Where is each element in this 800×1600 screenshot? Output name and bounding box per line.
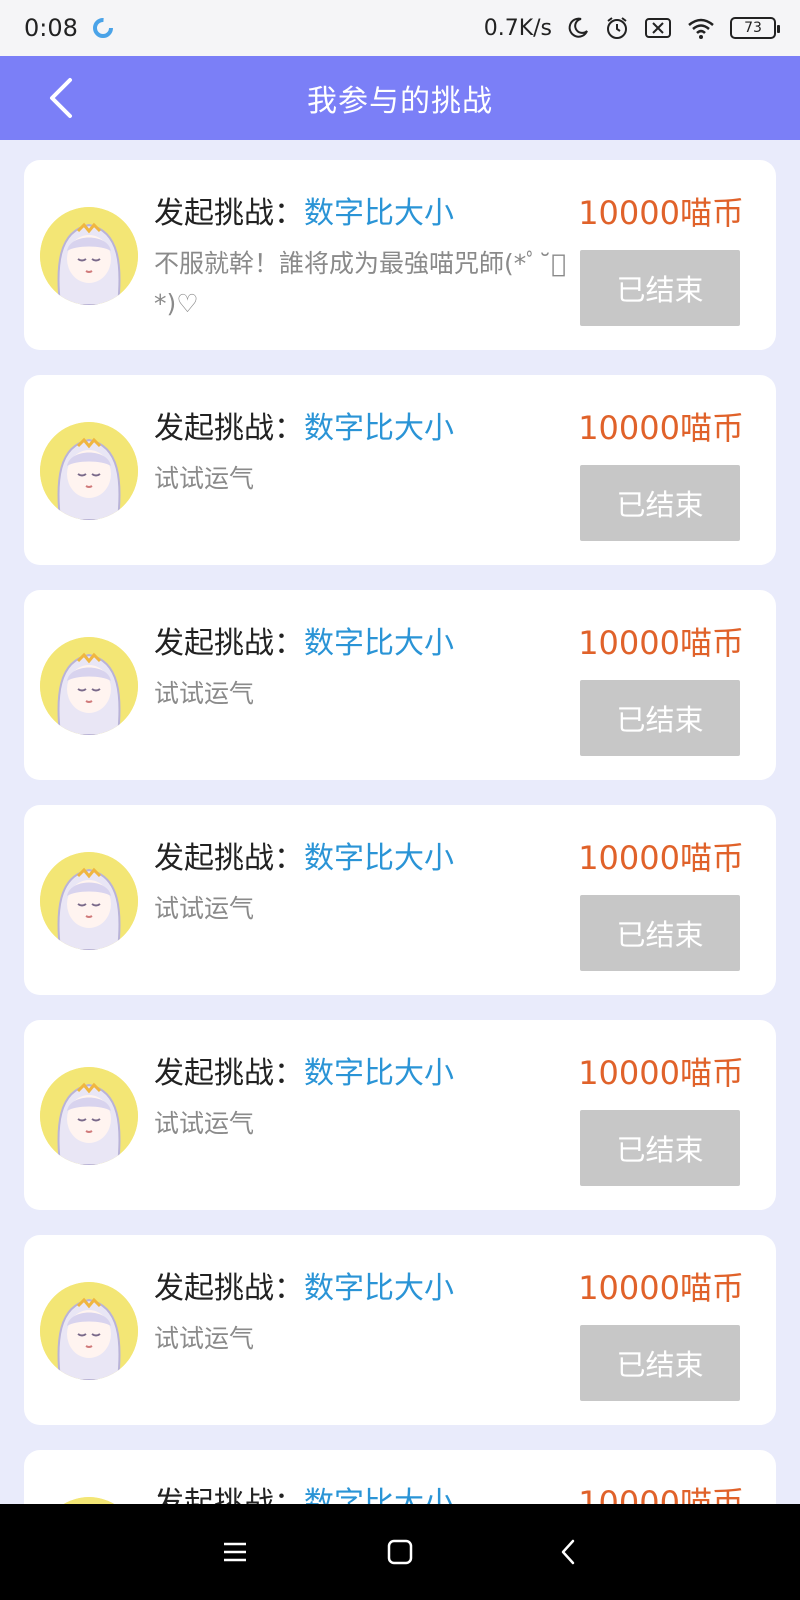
network-speed: 0.7K/s: [483, 15, 552, 41]
battery-icon: 73: [730, 17, 780, 39]
back-triangle-icon: [561, 1539, 575, 1565]
challenge-card[interactable]: 发起挑战：数字比大小 试试运气 10000喵币 已结束: [24, 805, 776, 995]
ended-button[interactable]: 已结束: [580, 465, 740, 541]
challenge-name-link[interactable]: 数字比大小: [304, 626, 454, 661]
reward-amount: 10000喵币: [578, 1269, 744, 1307]
home-button[interactable]: [380, 1532, 420, 1572]
menu-icon: [224, 1542, 246, 1562]
challenge-prefix: 发起挑战：: [154, 626, 304, 661]
avatar: [40, 1282, 138, 1380]
challenge-title: 发起挑战：数字比大小: [154, 403, 454, 447]
ended-button[interactable]: 已结束: [580, 680, 740, 756]
back-button[interactable]: [36, 74, 84, 122]
challenge-card[interactable]: 发起挑战：数字比大小 试试运气 10000喵币 已结束: [24, 590, 776, 780]
challenge-title: 发起挑战：数字比大小: [154, 188, 454, 232]
reward-amount: 10000喵币: [578, 839, 744, 877]
ended-button[interactable]: 已结束: [580, 895, 740, 971]
challenge-name-link[interactable]: 数字比大小: [304, 841, 454, 876]
challenge-description: 试试运气: [154, 679, 255, 708]
avatar: [40, 1497, 138, 1504]
ended-button[interactable]: 已结束: [580, 1110, 740, 1186]
status-bar: 0:08 0.7K/s 73: [0, 0, 800, 56]
challenge-name-link[interactable]: 数字比大小: [304, 1271, 454, 1306]
challenge-card[interactable]: 发起挑战：数字比大小 试试运气 10000喵币 已结束: [24, 1020, 776, 1210]
app-header: 我参与的挑战: [0, 56, 800, 140]
chevron-left-icon: [50, 78, 72, 118]
page-title: 我参与的挑战: [307, 84, 493, 119]
home-square-icon: [387, 1539, 413, 1565]
challenge-description: 试试运气: [154, 894, 255, 923]
challenge-title: 发起挑战：数字比大小: [154, 1048, 454, 1092]
challenge-prefix: 发起挑战：: [154, 1056, 304, 1091]
challenge-prefix: 发起挑战：: [154, 1486, 304, 1504]
challenge-prefix: 发起挑战：: [154, 196, 304, 231]
wifi-icon: [688, 18, 714, 39]
battery-level: 73: [744, 20, 762, 36]
challenge-description: 不服就幹！誰将成为最強喵咒師(*ﾟ˘ﾟ*)♡: [154, 249, 567, 318]
reward-amount: 10000喵币: [578, 1054, 744, 1092]
ended-button[interactable]: 已结束: [580, 250, 740, 326]
challenge-description: 试试运气: [154, 464, 255, 493]
challenge-description: 试试运气: [154, 1324, 255, 1353]
challenge-card[interactable]: 发起挑战：数字比大小 试试运气 10000喵币 已结束: [24, 375, 776, 565]
avatar: [40, 852, 138, 950]
no-sim-icon: [645, 18, 671, 38]
challenge-prefix: 发起挑战：: [154, 1271, 304, 1306]
reward-amount: 10000喵币: [578, 624, 744, 662]
nav-back-button[interactable]: [548, 1532, 588, 1572]
challenge-title: 发起挑战：数字比大小: [154, 833, 454, 877]
avatar: [40, 422, 138, 520]
moon-icon: [568, 17, 588, 38]
challenge-name-link[interactable]: 数字比大小: [304, 1056, 454, 1091]
reward-amount: 10000喵币: [578, 194, 744, 232]
challenge-prefix: 发起挑战：: [154, 841, 304, 876]
challenge-card[interactable]: 发起挑战：数字比大小 不服就幹！誰将成为最強喵咒師(*ﾟ˘ﾟ*)♡ 10000喵…: [24, 160, 776, 350]
reward-amount: 10000喵币: [578, 1484, 744, 1504]
challenge-title: 发起挑战：数字比大小: [154, 1478, 454, 1504]
status-time: 0:08: [24, 14, 78, 42]
menu-button[interactable]: [215, 1532, 255, 1572]
alarm-icon: [607, 17, 627, 39]
avatar: [40, 1067, 138, 1165]
avatar: [40, 637, 138, 735]
reward-amount: 10000喵币: [578, 409, 744, 447]
system-nav-bar: [0, 1504, 800, 1600]
app-notification-icon: [92, 18, 113, 38]
challenge-title: 发起挑战：数字比大小: [154, 1263, 454, 1307]
challenge-name-link[interactable]: 数字比大小: [304, 411, 454, 446]
ended-button[interactable]: 已结束: [580, 1325, 740, 1401]
challenge-title: 发起挑战：数字比大小: [154, 618, 454, 662]
challenge-card[interactable]: 发起挑战：数字比大小 试试运气 10000喵币 已结束: [24, 1235, 776, 1425]
challenge-list[interactable]: 发起挑战：数字比大小 不服就幹！誰将成为最強喵咒師(*ﾟ˘ﾟ*)♡ 10000喵…: [0, 140, 800, 1504]
challenge-prefix: 发起挑战：: [154, 411, 304, 446]
challenge-name-link[interactable]: 数字比大小: [304, 196, 454, 231]
challenge-name-link[interactable]: 数字比大小: [304, 1486, 454, 1504]
challenge-description: 试试运气: [154, 1109, 255, 1138]
avatar: [40, 207, 138, 305]
challenge-card[interactable]: 发起挑战：数字比大小 10000喵币: [24, 1450, 776, 1504]
